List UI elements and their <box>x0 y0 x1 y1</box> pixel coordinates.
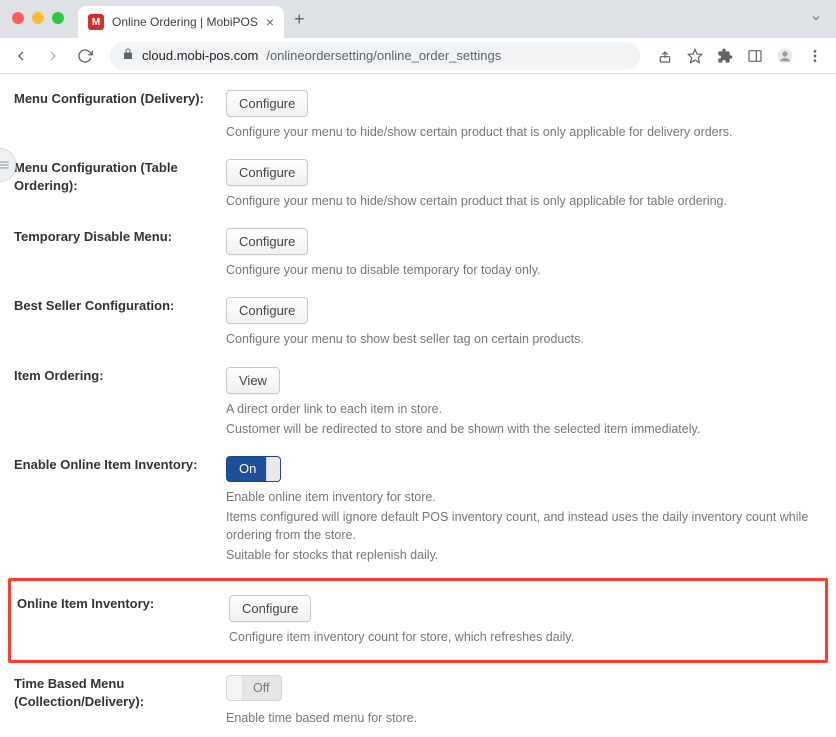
url-domain: cloud.mobi-pos.com <box>142 48 258 63</box>
profile-icon[interactable] <box>772 43 798 69</box>
desc-online-inventory: Configure item inventory count for store… <box>229 628 825 646</box>
reload-button[interactable] <box>72 43 98 69</box>
label-item-ordering: Item Ordering: <box>8 367 226 385</box>
browser-toolbar: cloud.mobi-pos.com/onlineordersetting/on… <box>0 38 836 74</box>
toggle-tbm-cd[interactable]: Off <box>226 675 282 701</box>
chevron-down-icon[interactable] <box>810 12 822 27</box>
row-menu-table: Menu Configuration (Table Ordering): Con… <box>8 151 828 220</box>
window-controls <box>12 12 64 24</box>
close-window-icon[interactable] <box>12 12 24 24</box>
bookmark-icon[interactable] <box>682 43 708 69</box>
browser-tab-bar: M Online Ordering | MobiPOS × + <box>0 0 836 38</box>
desc-menu-table: Configure your menu to hide/show certain… <box>226 192 828 210</box>
view-button-item-ordering[interactable]: View <box>226 367 280 394</box>
share-icon[interactable] <box>652 43 678 69</box>
desc-item-ordering-1: A direct order link to each item in stor… <box>226 400 828 418</box>
url-path: /onlineordersetting/online_order_setting… <box>266 48 501 63</box>
row-best-seller: Best Seller Configuration: Configure Con… <box>8 289 828 358</box>
toggle-enable-inventory[interactable]: On <box>226 456 281 482</box>
settings-content: Menu Configuration (Delivery): Configure… <box>0 74 836 737</box>
label-menu-delivery: Menu Configuration (Delivery): <box>8 90 226 108</box>
tab-close-icon[interactable]: × <box>266 14 274 30</box>
desc-enable-inventory-3: Suitable for stocks that replenish daily… <box>226 546 828 564</box>
lock-icon <box>122 48 134 63</box>
configure-button-temp-disable[interactable]: Configure <box>226 228 308 255</box>
row-temp-disable: Temporary Disable Menu: Configure Config… <box>8 220 828 289</box>
desc-temp-disable: Configure your menu to disable temporary… <box>226 261 828 279</box>
configure-button-best-seller[interactable]: Configure <box>226 297 308 324</box>
desc-best-seller: Configure your menu to show best seller … <box>226 330 828 348</box>
maximize-window-icon[interactable] <box>52 12 64 24</box>
forward-button[interactable] <box>40 43 66 69</box>
panel-icon[interactable] <box>742 43 768 69</box>
configure-button-menu-delivery[interactable]: Configure <box>226 90 308 117</box>
desc-menu-delivery: Configure your menu to hide/show certain… <box>226 123 828 141</box>
row-menu-delivery: Menu Configuration (Delivery): Configure… <box>8 82 828 151</box>
favicon-icon: M <box>88 14 104 30</box>
menu-icon[interactable] <box>802 43 828 69</box>
row-tbm-cd: Time Based Menu (Collection/Delivery): O… <box>8 667 828 737</box>
desc-enable-inventory-2: Items configured will ignore default POS… <box>226 508 828 544</box>
toggle-knob <box>227 676 243 700</box>
tab-title: Online Ordering | MobiPOS <box>112 15 258 29</box>
desc-tbm-cd: Enable time based menu for store. <box>226 709 828 727</box>
address-bar[interactable]: cloud.mobi-pos.com/onlineordersetting/on… <box>110 42 640 70</box>
configure-button-online-inventory[interactable]: Configure <box>229 595 311 622</box>
desc-enable-inventory-1: Enable online item inventory for store. <box>226 488 828 506</box>
toggle-knob <box>266 457 280 481</box>
label-temp-disable: Temporary Disable Menu: <box>8 228 226 246</box>
toggle-off-label: Off <box>243 681 281 695</box>
back-button[interactable] <box>8 43 34 69</box>
browser-tab[interactable]: M Online Ordering | MobiPOS × <box>78 6 284 38</box>
row-online-inventory: Online Item Inventory: Configure Configu… <box>8 578 828 663</box>
row-enable-inventory: Enable Online Item Inventory: On Enable … <box>8 448 828 575</box>
label-online-inventory: Online Item Inventory: <box>11 595 229 613</box>
label-tbm-cd: Time Based Menu (Collection/Delivery): <box>8 675 226 710</box>
minimize-window-icon[interactable] <box>32 12 44 24</box>
desc-item-ordering-2: Customer will be redirected to store and… <box>226 420 828 438</box>
toggle-on-label: On <box>227 461 266 476</box>
row-item-ordering: Item Ordering: View A direct order link … <box>8 359 828 448</box>
label-best-seller: Best Seller Configuration: <box>8 297 226 315</box>
new-tab-button[interactable]: + <box>284 9 315 30</box>
configure-button-menu-table[interactable]: Configure <box>226 159 308 186</box>
label-enable-inventory: Enable Online Item Inventory: <box>8 456 226 474</box>
extensions-icon[interactable] <box>712 43 738 69</box>
label-menu-table: Menu Configuration (Table Ordering): <box>8 159 226 194</box>
